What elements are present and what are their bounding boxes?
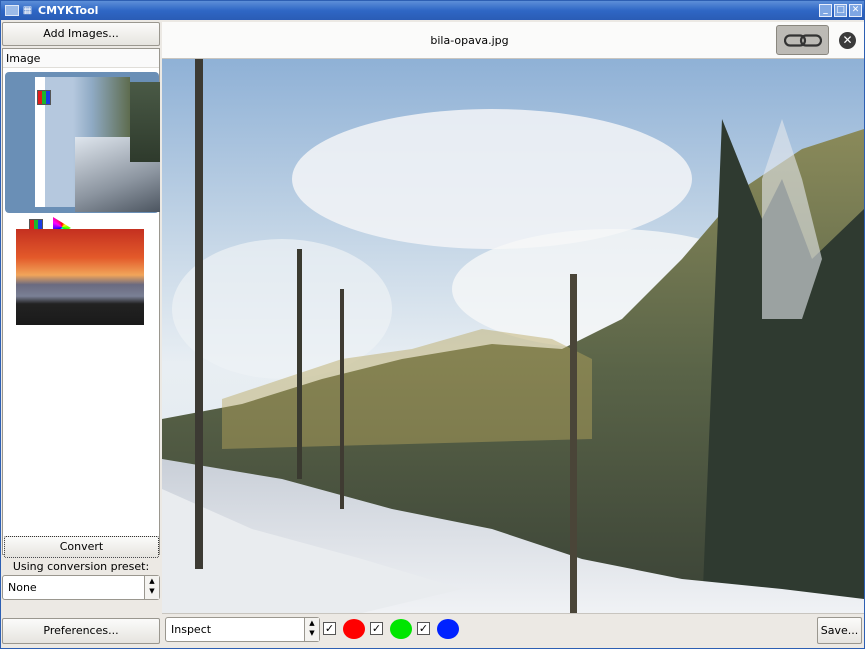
window-title: CMYKTool xyxy=(38,4,99,17)
red-channel-checkbox[interactable]: ✓ xyxy=(323,622,336,635)
close-image-button[interactable]: ✕ xyxy=(839,32,856,49)
green-channel-icon xyxy=(390,619,412,639)
preferences-button[interactable]: Preferences... xyxy=(2,618,160,644)
image-thumbnail[interactable] xyxy=(16,229,144,325)
red-channel-icon xyxy=(343,619,365,639)
preset-label: Using conversion preset: xyxy=(12,560,150,573)
image-thumbnail-selected[interactable] xyxy=(5,72,160,213)
inspect-select[interactable]: Inspect ▲ ▼ xyxy=(165,617,320,642)
green-channel-checkbox[interactable]: ✓ xyxy=(370,622,383,635)
image-preview[interactable] xyxy=(162,59,864,613)
list-header: Image xyxy=(3,49,159,68)
image-list[interactable]: Image xyxy=(2,48,160,555)
preset-value: None xyxy=(8,581,37,594)
title-bar: ▦ CMYKTool _ □ ✕ xyxy=(1,1,864,20)
convert-button[interactable]: Convert xyxy=(4,536,159,558)
blue-channel-icon xyxy=(437,619,459,639)
spin-arrows-icon[interactable]: ▲ ▼ xyxy=(304,618,319,641)
add-images-button[interactable]: Add Images... xyxy=(2,22,160,46)
chain-link-icon xyxy=(784,34,822,47)
close-window-button[interactable]: ✕ xyxy=(849,4,862,17)
preview-photo xyxy=(162,59,864,613)
inspect-value: Inspect xyxy=(171,623,212,636)
left-panel: Add Images... Image Convert Using conver… xyxy=(2,21,161,648)
preset-select[interactable]: None ▲ ▼ xyxy=(2,575,160,600)
app-window: ▦ CMYKTool _ □ ✕ Add Images... Image Con… xyxy=(0,0,865,649)
rgb-icon xyxy=(37,90,51,105)
spin-arrows-icon[interactable]: ▲ ▼ xyxy=(144,576,159,599)
link-button[interactable] xyxy=(776,25,829,55)
minimize-button[interactable]: _ xyxy=(819,4,832,17)
file-name: bila-opava.jpg xyxy=(430,34,509,47)
maximize-button[interactable]: □ xyxy=(834,4,847,17)
bottom-toolbar: Inspect ▲ ▼ ✓ ✓ ✓ Save... xyxy=(162,613,864,648)
window-menu-icon[interactable] xyxy=(5,5,19,16)
app-icon: ▦ xyxy=(22,5,33,16)
save-button[interactable]: Save... xyxy=(817,617,862,644)
file-bar: bila-opava.jpg ✕ xyxy=(162,22,864,59)
blue-channel-checkbox[interactable]: ✓ xyxy=(417,622,430,635)
